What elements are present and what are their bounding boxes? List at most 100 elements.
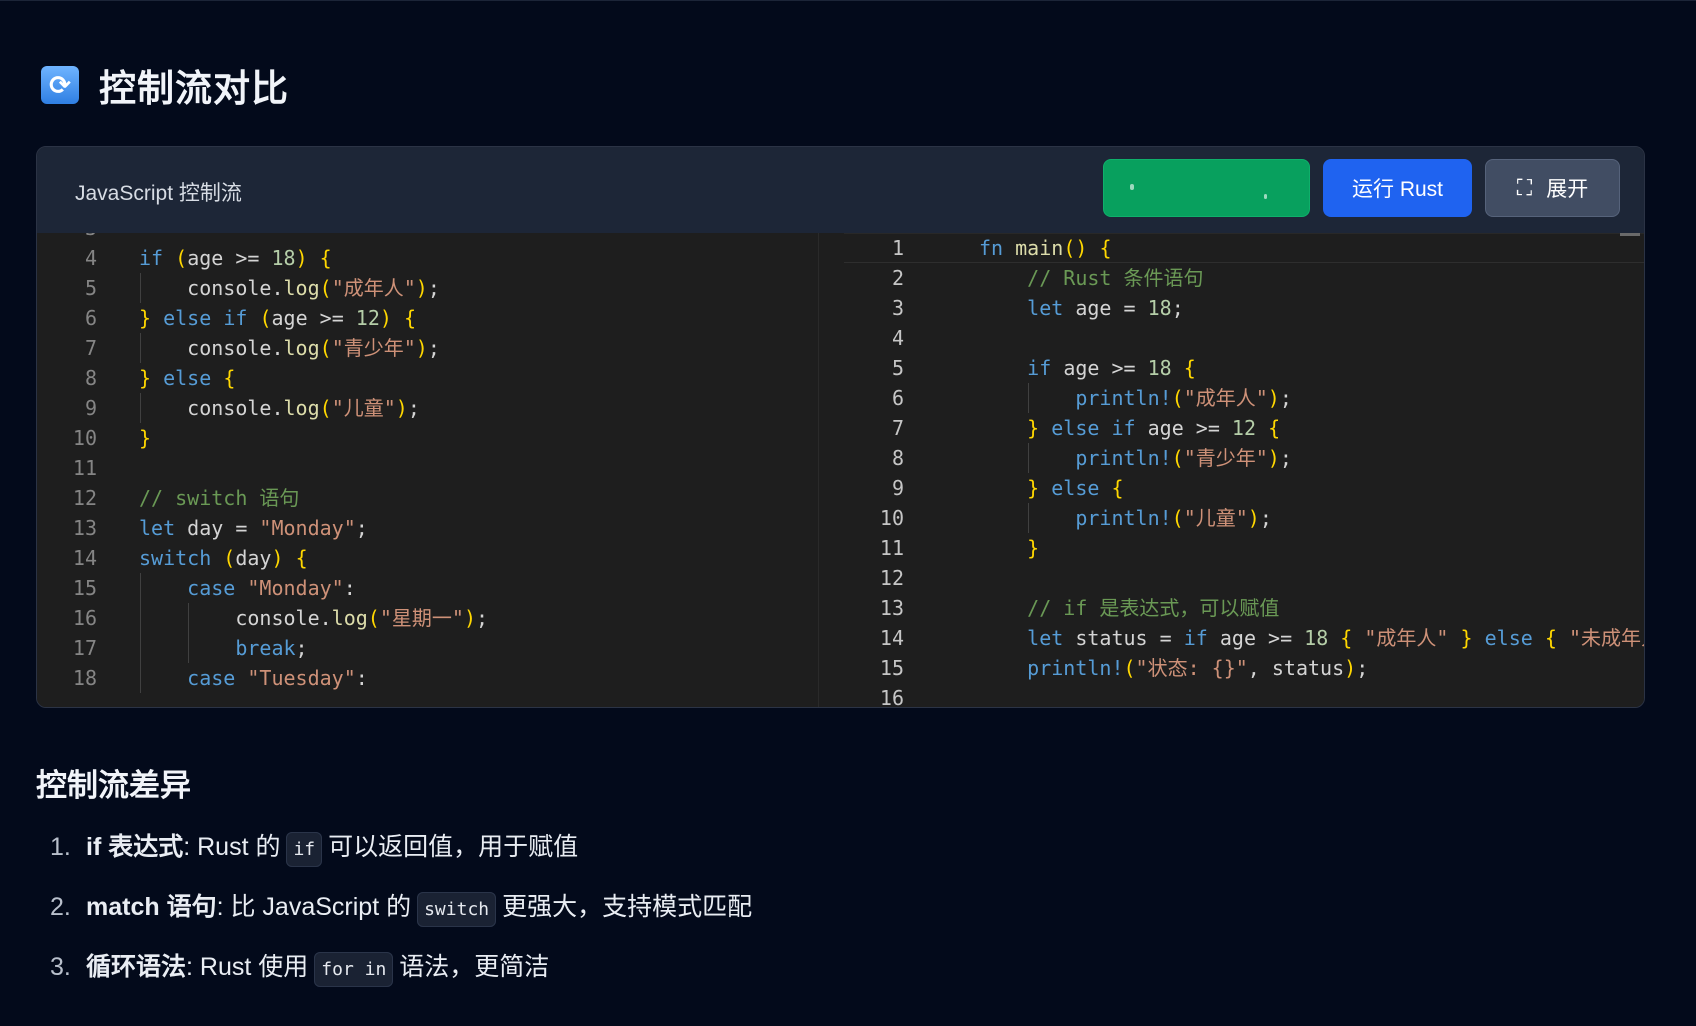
code-line[interactable]: 15 case "Monday":: [37, 573, 818, 603]
run-rust-label: 运行 Rust: [1351, 178, 1443, 201]
code-text: // switch 语句: [139, 486, 300, 510]
code-line[interactable]: 5 if age >= 18 {: [844, 353, 1644, 383]
code-text: } else if age >= 12 {: [1027, 416, 1281, 440]
javascript-code-editor[interactable]: 4 if (age >= 18) {5 console.log("成年人"); 6}…: [37, 233, 818, 707]
list-item-text: 语法，更简洁: [399, 953, 550, 981]
code-line[interactable]: 10}: [37, 423, 818, 453]
line-number: 4: [891, 326, 904, 350]
line-number: 15: [72, 576, 97, 600]
line-number: 3: [37, 233, 97, 243]
code-line[interactable]: 16 console.log("星期一");: [37, 603, 818, 633]
code-line[interactable]: 7 console.log("青少年");: [37, 333, 818, 363]
code-line[interactable]: 12: [844, 563, 1644, 593]
code-line[interactable]: 9 } else {: [844, 473, 1644, 503]
list-item-text: : Rust 使用: [186, 953, 309, 981]
indent-guide: [140, 273, 141, 303]
line-number: 12: [879, 566, 904, 590]
list-item-text: : 比 JavaScript 的: [216, 893, 412, 921]
line-number: 8: [84, 366, 97, 390]
code-line-partial: 3: [37, 233, 818, 243]
code-text: let age = 18;: [1027, 296, 1184, 320]
indent-guide: [140, 633, 141, 663]
fullscreen-icon: ⛶: [1516, 175, 1533, 200]
code-line[interactable]: 8} else {: [37, 363, 818, 393]
code-text: console.log("星期一");: [235, 606, 489, 630]
list-item-label: match 语句: [86, 893, 217, 921]
expand-button[interactable]: ⛶ 展开: [1485, 159, 1620, 217]
code-line[interactable]: 6} else if (age >= 12) {: [37, 303, 818, 333]
run-rust-button[interactable]: 运行 Rust: [1323, 159, 1472, 217]
code-line[interactable]: 14 switch (day) {: [37, 543, 818, 573]
indent-guide: [1028, 443, 1029, 473]
run-javascript-button[interactable]: [1103, 159, 1310, 217]
indent-guide: [140, 393, 141, 423]
line-number: 5: [84, 276, 97, 300]
indent-guide: [140, 603, 141, 633]
code-line[interactable]: 12 // switch 语句: [37, 483, 818, 513]
editor-divider[interactable]: [818, 233, 845, 707]
code-line[interactable]: 5 console.log("成年人");: [37, 273, 818, 303]
code-text: if (age >= 18) {: [139, 246, 332, 270]
code-comparison-panel: JavaScript 控制流 运行 Rust ⛶ 展开 4 if (age >= …: [36, 146, 1645, 708]
loading-indicator: [1130, 184, 1134, 190]
line-number: 9: [891, 476, 904, 500]
code-line[interactable]: 6 println!("成年人");: [844, 383, 1644, 413]
inline-code: for in: [314, 952, 394, 987]
code-text: println!("状态: {}", status);: [1027, 656, 1369, 680]
line-number: 5: [891, 356, 904, 380]
code-line[interactable]: 2 // Rust 条件语句: [844, 263, 1644, 293]
code-text: case "Monday":: [187, 576, 356, 600]
code-line[interactable]: 7 } else if age >= 12 {: [844, 413, 1644, 443]
rust-code-editor[interactable]: 1 fn main() { 2 // Rust 条件语句 3 let age = 18…: [844, 233, 1644, 707]
code-line[interactable]: 13 // if 是表达式，可以赋值: [844, 593, 1644, 623]
list-item: 3. 循环语法: Rust 使用 for in 语法，更简洁: [50, 947, 550, 987]
code-line[interactable]: 11 }: [844, 533, 1644, 563]
indent-guide: [1028, 383, 1029, 413]
code-line[interactable]: 18 case "Tuesday":: [37, 663, 818, 693]
code-line[interactable]: 4: [844, 323, 1644, 353]
line-number: 16: [72, 606, 97, 630]
code-text: console.log("青少年");: [187, 336, 440, 360]
code-line[interactable]: 16: [844, 683, 1644, 707]
code-line[interactable]: 10 println!("儿童");: [844, 503, 1644, 533]
loading-indicator-dot: [1264, 194, 1267, 199]
line-number: 11: [72, 456, 97, 480]
list-item: 2. match 语句: 比 JavaScript 的 switch 更强大，支持模式…: [50, 887, 753, 927]
list-item-text: : Rust 的: [183, 833, 281, 861]
line-number: 14: [879, 626, 904, 650]
list-item-text: 更强大，支持模式匹配: [502, 893, 753, 921]
code-text: }: [139, 426, 152, 450]
list-item-text: 可以返回值，用于赋值: [328, 833, 579, 861]
code-line[interactable]: 3 let age = 18;: [844, 293, 1644, 323]
code-line[interactable]: 13 let day = "Monday";: [37, 513, 818, 543]
code-text: case "Tuesday":: [187, 666, 368, 690]
line-number: 9: [84, 396, 97, 420]
code-line[interactable]: 11: [37, 453, 818, 483]
code-line[interactable]: 14 let status = if age >= 18 { "成年人" } e…: [844, 623, 1644, 653]
differences-heading: 控制流差异: [36, 768, 191, 803]
line-number: 6: [84, 306, 97, 330]
list-item-label: 循环语法: [86, 953, 187, 981]
line-number: 1: [891, 236, 904, 260]
list-number: 2.: [50, 893, 71, 921]
code-text: // if 是表达式，可以赋值: [1027, 596, 1280, 620]
line-number: 8: [891, 446, 904, 470]
code-line[interactable]: 4 if (age >= 18) {: [37, 243, 818, 273]
line-number: 16: [879, 686, 904, 707]
line-number: 12: [72, 486, 97, 510]
line-number: 7: [84, 336, 97, 360]
code-line[interactable]: 9 console.log("儿童");: [37, 393, 818, 423]
code-line[interactable]: 15 println!("状态: {}", status);: [844, 653, 1644, 683]
inline-code: if: [286, 832, 323, 867]
line-number: 15: [879, 656, 904, 680]
line-number: 10: [72, 426, 97, 450]
line-number: 18: [72, 666, 97, 690]
line-number: 6: [891, 386, 904, 410]
code-text: console.log("成年人");: [187, 276, 440, 300]
line-number: 13: [879, 596, 904, 620]
code-line[interactable]: 1 fn main() {: [844, 233, 1644, 263]
code-line[interactable]: 8 println!("青少年");: [844, 443, 1644, 473]
line-number: 13: [72, 516, 97, 540]
code-line[interactable]: 17 break;: [37, 633, 818, 663]
code-text: fn main() {: [979, 236, 1112, 260]
